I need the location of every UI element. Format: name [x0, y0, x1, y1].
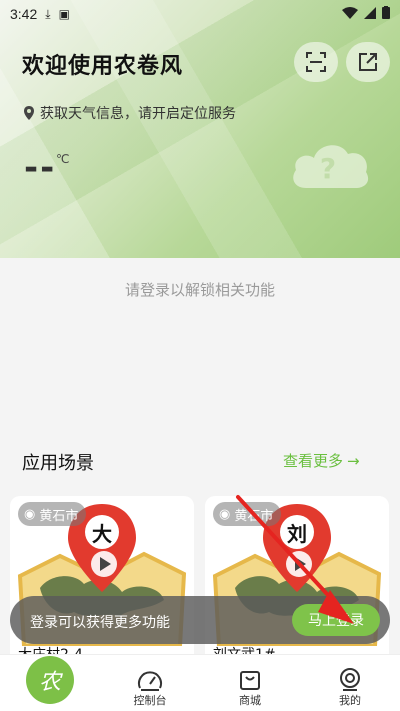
location-pin-icon: ◉ [219, 506, 231, 522]
view-more-link[interactable]: 查看更多 → [283, 450, 360, 471]
location-hint-text: 获取天气信息，请开启定位服务 [40, 106, 236, 122]
city-label: 黄石市 [234, 508, 274, 524]
location-pin-icon [24, 106, 34, 120]
tab-shop-label: 商城 [239, 694, 261, 707]
shop-bag-icon [240, 671, 260, 690]
download-icon: ⤓ [45, 6, 51, 21]
temperature-unit: ℃ [56, 152, 70, 166]
location-hint[interactable]: 获取天气信息，请开启定位服务 [24, 103, 236, 123]
weather-hero [0, 0, 400, 258]
robot-profile-icon [340, 668, 360, 691]
tab-home[interactable]: 农 [26, 656, 74, 704]
home-logo-char: 农 [38, 670, 61, 695]
city-label: 黄石市 [39, 508, 79, 524]
login-unlock-hint: 请登录以解锁相关功能 [124, 281, 275, 299]
share-icon [359, 53, 377, 71]
view-more-label: 查看更多 [283, 452, 344, 470]
city-chip: ◉ 黄石市 [18, 502, 87, 526]
scan-icon [306, 52, 326, 72]
svg-text:?: ? [320, 152, 336, 185]
dashboard-icon [138, 671, 162, 691]
tab-dashboard-label: 控制台 [133, 694, 167, 707]
status-time: 3:42 [10, 6, 38, 22]
welcome-title: 欢迎使用农卷风 [22, 54, 184, 79]
scenes-section-title: 应用场景 [22, 453, 94, 474]
wifi-icon [342, 6, 358, 19]
marker-avatar-char: 刘 [287, 522, 307, 546]
signal-icon [364, 6, 376, 19]
tab-shop[interactable]: 商城 [210, 655, 290, 711]
tab-profile[interactable]: 我的 [310, 655, 390, 711]
city-chip: ◉ 黄石市 [213, 502, 282, 526]
temperature-value: -- [24, 148, 57, 188]
location-pin-icon: ◉ [24, 506, 36, 522]
tab-dashboard[interactable]: 控制台 [110, 655, 190, 711]
battery-icon [382, 6, 390, 19]
status-bar: 3:42 ⤓ ▣ [0, 0, 400, 28]
scan-button[interactable] [294, 42, 338, 82]
app-notification-icon: ▣ [58, 7, 70, 21]
tab-profile-label: 我的 [339, 694, 361, 707]
arrow-right-icon: → [347, 451, 360, 470]
login-toast-text: 登录可以获得更多功能 [30, 615, 170, 631]
unknown-weather-cloud-icon: ? [293, 145, 369, 188]
share-button[interactable] [346, 42, 390, 82]
marker-avatar-char: 大 [92, 522, 112, 546]
login-now-button[interactable]: 马上登录 [292, 604, 380, 636]
